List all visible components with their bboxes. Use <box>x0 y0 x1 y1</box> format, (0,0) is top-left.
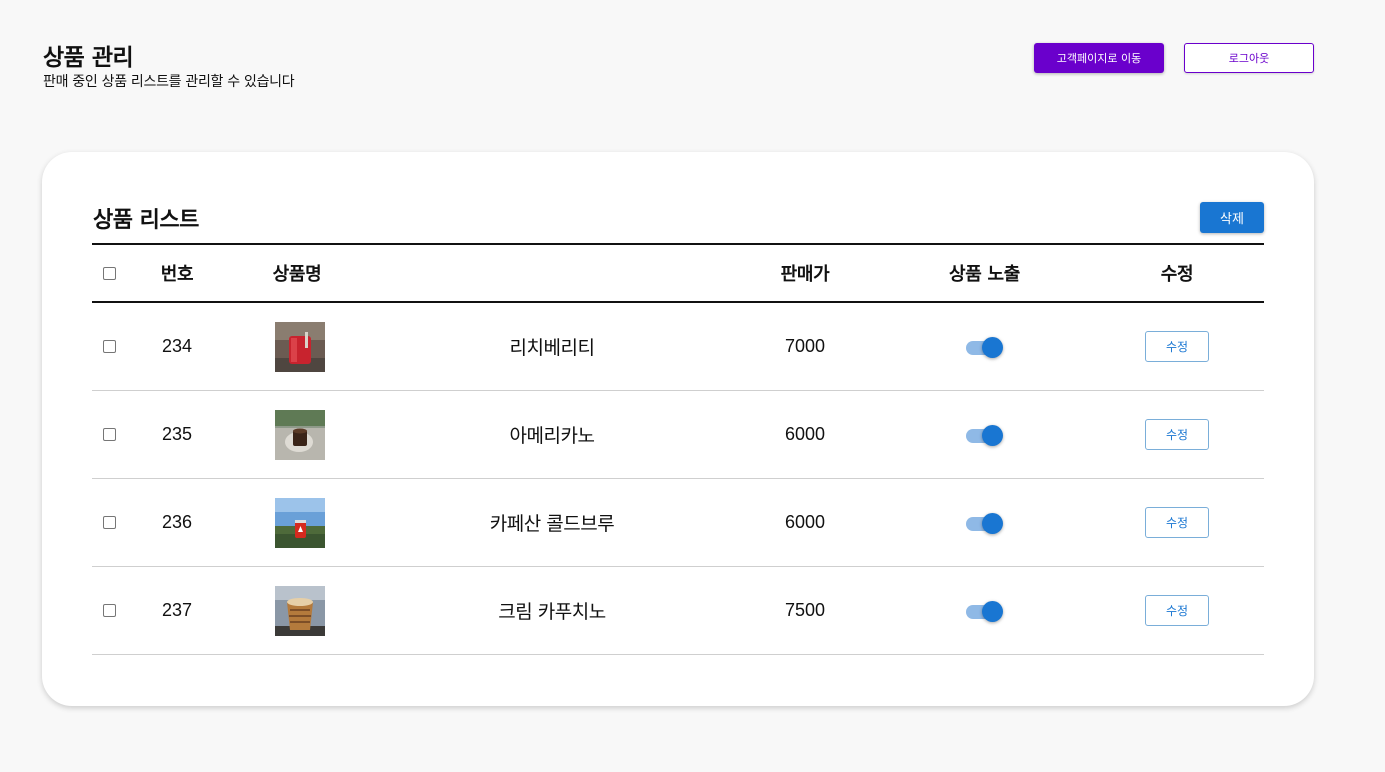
table-header: 번호 상품명 판매가 상품 노출 수정 <box>92 243 1264 303</box>
column-header-number: 번호 <box>160 264 194 285</box>
table-row: 234 리치베리티 7000 수정 <box>92 303 1264 391</box>
row-checkbox[interactable] <box>103 604 116 617</box>
row-checkbox[interactable] <box>103 340 116 353</box>
product-number: 234 <box>161 336 193 356</box>
page-title: 상품 관리 <box>43 45 134 71</box>
edit-button[interactable]: 수정 <box>1145 419 1209 450</box>
logout-button[interactable]: 로그아웃 <box>1184 43 1314 73</box>
column-header-exposure: 상품 노출 <box>948 264 1020 285</box>
cappuccino-cup-photo-icon <box>275 585 325 636</box>
product-name: 아메리카노 <box>509 425 595 447</box>
product-price: 7500 <box>784 600 826 620</box>
product-list-title: 상품 리스트 <box>93 208 199 233</box>
red-tea-drink-photo-icon <box>275 321 325 372</box>
table-row: 236 카페산 콜드브루 6000 수정 <box>92 479 1264 567</box>
edit-button[interactable]: 수정 <box>1145 507 1209 538</box>
edit-button[interactable]: 수정 <box>1145 331 1209 362</box>
column-header-edit: 수정 <box>1160 264 1194 285</box>
product-price: 6000 <box>784 424 826 444</box>
exposure-toggle[interactable] <box>965 424 1004 446</box>
product-number: 237 <box>161 600 193 620</box>
americano-cup-photo-icon <box>275 409 325 460</box>
product-number: 235 <box>161 424 193 444</box>
product-list-card: 상품 리스트 삭제 번호 상품명 판매가 상품 노출 수정 234 리치베리티 … <box>42 152 1314 706</box>
product-number: 236 <box>161 512 193 532</box>
page-subtitle: 판매 중인 상품 리스트를 관리할 수 있습니다 <box>43 74 295 90</box>
edit-button[interactable]: 수정 <box>1145 595 1209 626</box>
product-name: 카페산 콜드브루 <box>489 513 615 535</box>
table-row: 235 아메리카노 6000 수정 <box>92 391 1264 479</box>
exposure-toggle[interactable] <box>965 512 1004 534</box>
go-to-customer-page-button[interactable]: 고객페이지로 이동 <box>1034 43 1164 73</box>
product-name: 리치베리티 <box>509 337 595 359</box>
cold-brew-can-photo-icon <box>275 497 325 548</box>
row-checkbox[interactable] <box>103 428 116 441</box>
product-name: 크림 카푸치노 <box>498 601 606 623</box>
product-price: 7000 <box>784 336 826 356</box>
table-row: 237 크림 카푸치노 7500 수정 <box>92 567 1264 655</box>
product-price: 6000 <box>784 512 826 532</box>
exposure-toggle[interactable] <box>965 600 1004 622</box>
column-header-name: 상품명 <box>272 264 322 285</box>
page-header: 상품 관리 판매 중인 상품 리스트를 관리할 수 있습니다 <box>43 44 295 91</box>
delete-button[interactable]: 삭제 <box>1200 202 1264 233</box>
select-all-checkbox[interactable] <box>103 266 116 280</box>
exposure-toggle[interactable] <box>965 336 1004 358</box>
product-table: 번호 상품명 판매가 상품 노출 수정 234 리치베리티 7000 수정 23… <box>92 243 1264 655</box>
row-checkbox[interactable] <box>103 516 116 529</box>
column-header-price: 판매가 <box>780 264 830 285</box>
